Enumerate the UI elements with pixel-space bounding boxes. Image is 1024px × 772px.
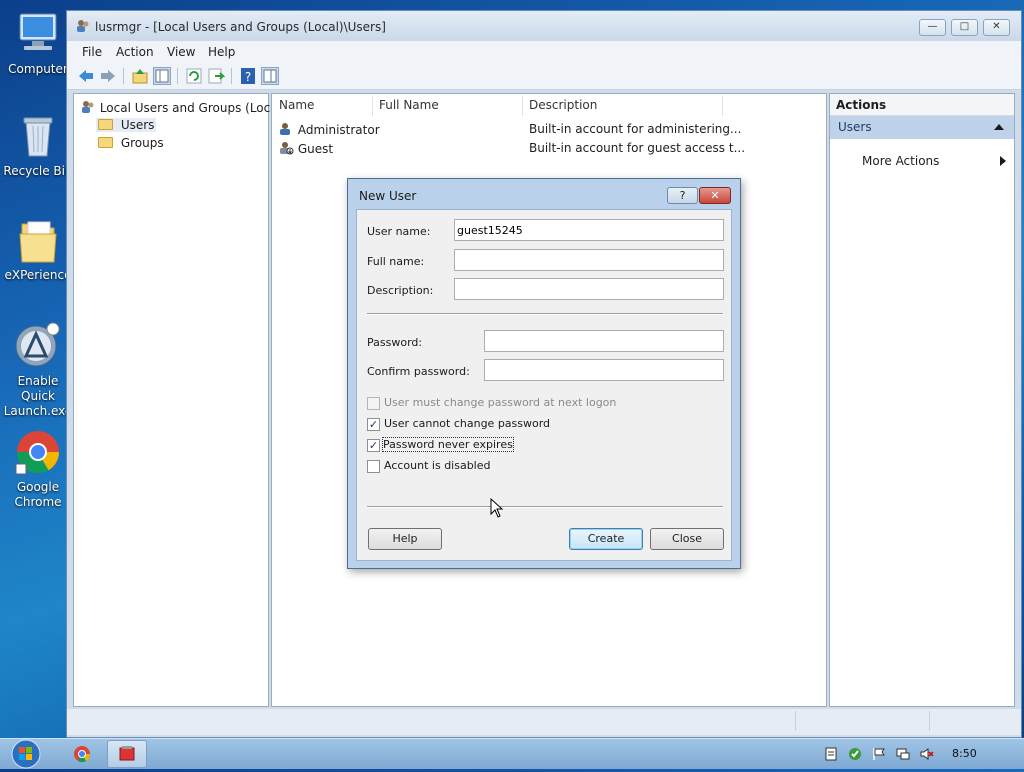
password-field[interactable]	[484, 330, 724, 352]
row-description: Built-in account for administering...	[529, 122, 742, 136]
description-field[interactable]	[454, 278, 724, 300]
collapse-up-icon[interactable]	[994, 124, 1004, 130]
help-icon[interactable]: ?	[239, 67, 257, 85]
password-label: Password:	[367, 336, 423, 349]
users-group-icon	[80, 100, 96, 114]
user-name-label: User name:	[367, 225, 431, 238]
actions-pane: Actions Users More Actions	[829, 93, 1015, 707]
action-pane-icon[interactable]	[261, 67, 279, 85]
menu-bar: File Action View Help	[67, 41, 1021, 63]
tree-pane: Local Users and Groups (Local) Users Gro…	[73, 93, 286, 707]
menu-file[interactable]: File	[82, 45, 102, 59]
dialog-title: New User	[359, 189, 417, 203]
more-actions-item[interactable]: More Actions	[862, 154, 1006, 168]
column-header-full-name[interactable]: Full Name	[379, 98, 439, 112]
desktop-icon-computer[interactable]: Computer	[0, 10, 76, 77]
user-icon	[278, 122, 294, 136]
folder-icon	[98, 119, 113, 130]
menu-action[interactable]: Action	[116, 45, 154, 59]
actions-section-users[interactable]: Users	[830, 116, 1014, 139]
maximize-button[interactable]: □	[951, 19, 978, 36]
confirm-password-label: Confirm password:	[367, 365, 470, 378]
volume-muted-icon[interactable]	[920, 747, 934, 761]
taskbar-chrome[interactable]	[62, 740, 102, 768]
show-hide-tree-icon[interactable]	[153, 67, 171, 85]
computer-icon	[14, 10, 62, 58]
back-icon[interactable]	[77, 67, 95, 85]
desktop-icon-chrome[interactable]: Google Chrome	[0, 428, 76, 510]
folder-icon	[14, 216, 62, 264]
user-disabled-icon	[278, 141, 294, 155]
desktop-icon-recycle-bin[interactable]: Recycle Bin	[0, 112, 76, 179]
taskbar-lusrmgr[interactable]	[107, 740, 147, 768]
svg-text:?: ?	[245, 70, 251, 84]
cannot-change-password-checkbox[interactable]: ✓	[367, 418, 380, 431]
description-label: Description:	[367, 284, 434, 297]
tree-root-label: Local Users and Groups (Local)	[99, 101, 286, 115]
table-row[interactable]: Guest Built-in account for guest access …	[278, 141, 745, 156]
notes-icon[interactable]	[824, 747, 838, 761]
password-never-expires-checkbox[interactable]: ✓	[367, 439, 380, 452]
dialog-help-button[interactable]: ?	[667, 187, 698, 204]
tree-root[interactable]: Local Users and Groups (Local)	[80, 100, 286, 115]
security-icon[interactable]	[848, 747, 862, 761]
menu-help[interactable]: Help	[208, 45, 235, 59]
close-button[interactable]: ✕	[983, 19, 1010, 36]
flag-icon[interactable]	[872, 747, 886, 761]
confirm-password-field[interactable]	[484, 359, 724, 381]
recycle-bin-icon	[14, 112, 62, 160]
forward-icon[interactable]	[99, 67, 117, 85]
chrome-icon	[14, 428, 62, 476]
full-name-field[interactable]	[454, 249, 724, 271]
tree-item-users-label: Users	[120, 118, 155, 132]
must-change-password-label: User must change password at next logon	[384, 396, 617, 409]
start-button[interactable]	[4, 739, 44, 769]
user-name-field[interactable]	[454, 219, 724, 241]
refresh-icon[interactable]	[185, 67, 203, 85]
column-header-description[interactable]: Description	[529, 98, 597, 112]
submenu-arrow-icon	[1000, 156, 1006, 166]
account-disabled-checkbox[interactable]	[367, 460, 380, 473]
window-title: lusrmgr - [Local Users and Groups (Local…	[95, 20, 386, 34]
row-description: Built-in account for guest access t...	[529, 141, 746, 155]
cannot-change-password-label: User cannot change password	[384, 417, 551, 430]
actions-header: Actions	[830, 94, 1014, 116]
close-dialog-button[interactable]: Close	[650, 528, 724, 550]
actions-section-label: Users	[838, 120, 872, 134]
more-actions-label: More Actions	[862, 154, 940, 168]
password-never-expires-label: Password never expires	[382, 437, 514, 452]
title-bar[interactable]: lusrmgr - [Local Users and Groups (Local…	[67, 11, 1021, 41]
mouse-cursor-icon	[490, 497, 504, 518]
folder-icon	[98, 137, 113, 148]
tree-item-groups[interactable]: Groups	[96, 136, 166, 150]
tree-item-groups-label: Groups	[120, 136, 164, 150]
export-list-icon[interactable]	[207, 67, 226, 85]
clock[interactable]: 8:50	[952, 747, 977, 760]
status-bar	[67, 709, 1021, 735]
row-name: Guest	[297, 142, 334, 156]
quick-launch-icon	[14, 322, 62, 370]
up-folder-icon[interactable]	[131, 67, 149, 85]
desktop-icon-quick-launch[interactable]: Enable Quick Launch.exe	[0, 322, 76, 419]
taskbar: 8:50	[0, 738, 1024, 769]
tree-item-users[interactable]: Users	[96, 118, 157, 132]
network-icon[interactable]	[896, 747, 910, 761]
full-name-label: Full name:	[367, 255, 425, 268]
minimize-button[interactable]: —	[919, 19, 946, 36]
desktop-icon-experience[interactable]: eXPerience	[0, 216, 76, 283]
menu-view[interactable]: View	[167, 45, 195, 59]
must-change-password-checkbox[interactable]	[367, 397, 380, 410]
account-disabled-label: Account is disabled	[384, 459, 491, 472]
table-row[interactable]: Administrator Built-in account for admin…	[278, 122, 741, 137]
users-app-icon	[75, 19, 91, 33]
dialog-body: User name: Full name: Description: Passw…	[356, 209, 732, 561]
new-user-dialog: New User ? ✕ User name: Full name: Descr…	[347, 178, 741, 569]
dialog-close-button[interactable]: ✕	[699, 187, 731, 204]
toolbar: ?	[67, 63, 1021, 90]
help-button[interactable]: Help	[368, 528, 442, 550]
column-header-name[interactable]: Name	[279, 98, 314, 112]
row-name: Administrator	[297, 123, 380, 137]
create-button[interactable]: Create	[569, 528, 643, 550]
